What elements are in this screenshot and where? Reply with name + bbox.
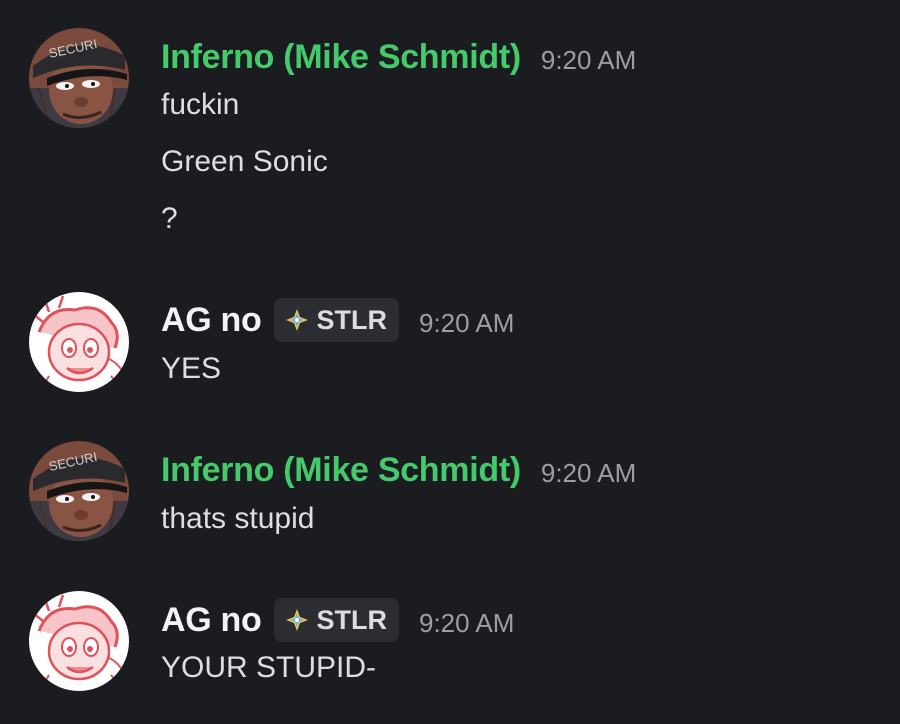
message-header: AG no STLR 9:20 AM [161,298,514,342]
timestamp: 9:20 AM [540,458,637,488]
timestamp: 9:20 AM [540,45,637,75]
avatar[interactable]: SECURI [29,28,129,128]
message-header: Inferno (Mike Schmidt) 9:20 AM [161,450,636,490]
server-tag[interactable]: STLR [274,598,399,642]
timestamp: 9:20 AM [418,608,515,638]
avatar-agno-image [29,292,129,392]
chat-message-list: SECURI Inferno (Mike Schmidt) 9:20 AM fu… [0,0,900,724]
avatar[interactable] [29,591,129,691]
message-header: Inferno (Mike Schmidt) 9:20 AM [161,37,636,77]
server-tag-label: STLR [316,305,387,335]
avatar-inferno-image: SECURI [29,441,129,541]
avatar-inferno-image: SECURI [29,28,129,128]
avatar-agno-image [29,591,129,691]
username[interactable]: AG no [161,300,262,340]
server-tag-label: STLR [316,605,387,635]
message-header: AG no STLR 9:20 AM [161,598,514,642]
message-text: thats stupid [161,502,315,535]
message-text: YOUR STUPID- [161,651,377,684]
server-tag[interactable]: STLR [274,298,399,342]
diamond-sparkle-icon [286,609,309,631]
message-text: YES [161,352,222,385]
message-text: ? [161,202,178,235]
diamond-sparkle-icon [286,309,309,331]
username[interactable]: AG no [161,600,262,640]
username[interactable]: Inferno (Mike Schmidt) [161,37,521,77]
avatar[interactable] [29,292,129,392]
avatar[interactable]: SECURI [29,441,129,541]
message-text: fuckin [161,88,240,121]
username[interactable]: Inferno (Mike Schmidt) [161,450,521,490]
message-text: Green Sonic [161,145,328,178]
timestamp: 9:20 AM [418,308,515,338]
